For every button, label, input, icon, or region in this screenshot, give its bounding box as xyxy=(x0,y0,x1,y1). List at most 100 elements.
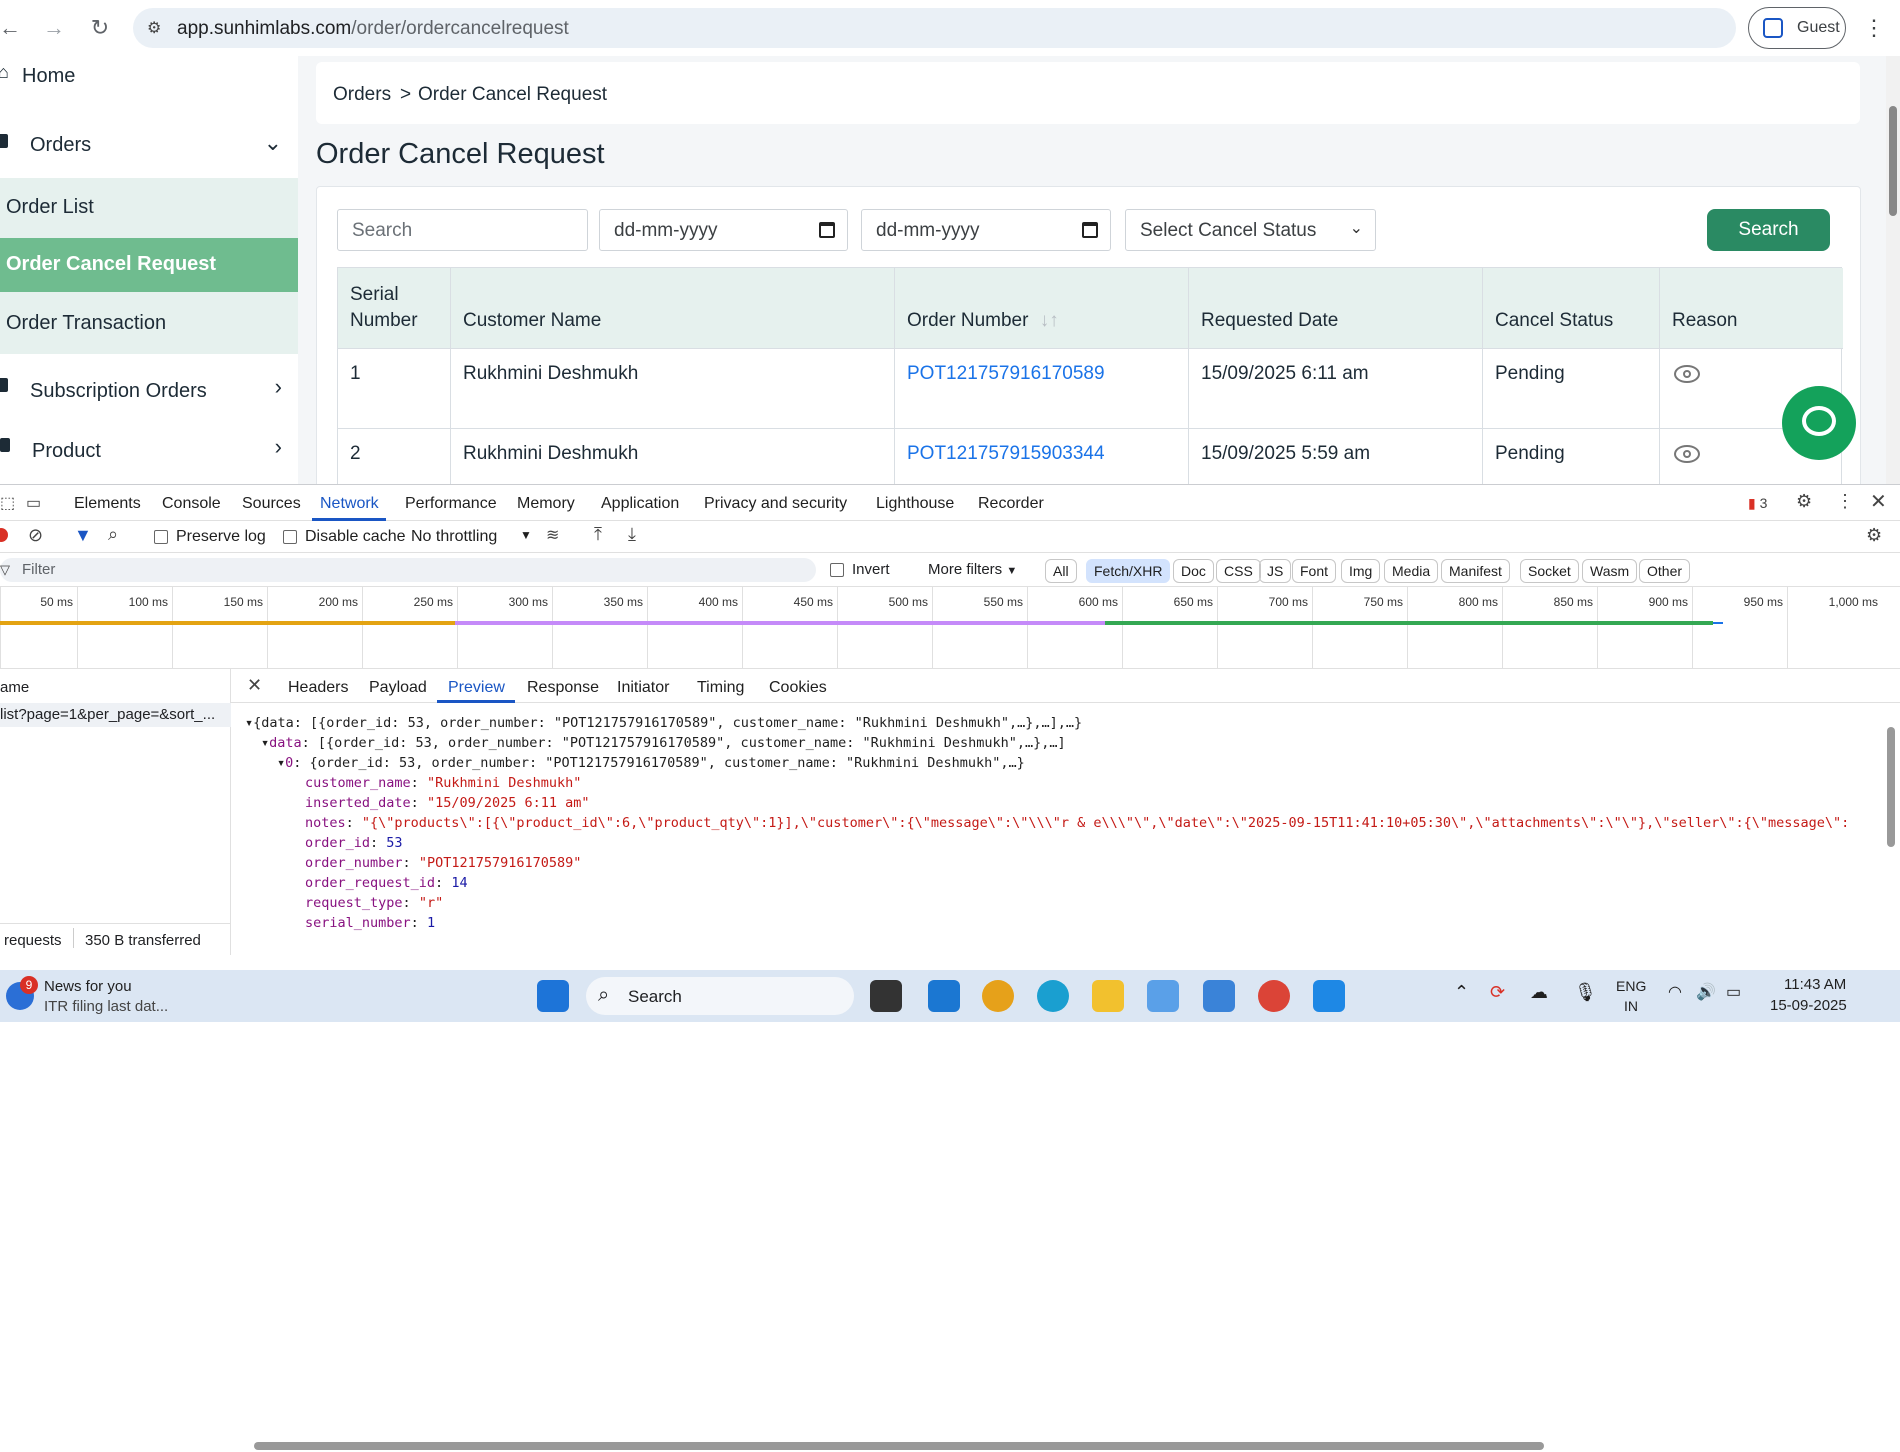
sync-icon[interactable]: ⟳ xyxy=(1490,982,1505,1003)
tab-sources[interactable]: Sources xyxy=(242,495,301,513)
filter-icon[interactable]: ▼ xyxy=(74,525,92,546)
chip-js[interactable]: JS xyxy=(1259,559,1292,583)
search-button[interactable]: Search xyxy=(1707,209,1830,251)
sidebar-item-order-transaction[interactable]: Order Transaction xyxy=(0,292,298,354)
export-har-icon[interactable]: ⤓ xyxy=(628,524,636,545)
close-devtools-icon[interactable]: ✕ xyxy=(1870,489,1887,514)
sidebar-item-order-list[interactable]: Order List xyxy=(0,178,298,238)
taskbar-search[interactable]: ⌕ Search xyxy=(586,977,854,1015)
wifi-icon[interactable]: ◠ xyxy=(1668,982,1682,1002)
search-input[interactable]: Search xyxy=(337,209,588,251)
notepad-app-icon[interactable] xyxy=(1203,980,1235,1012)
sidebar-item-product[interactable]: Product › xyxy=(0,418,298,474)
tab-lighthouse[interactable]: Lighthouse xyxy=(876,495,954,513)
order-number-link[interactable]: POT121757915903344 xyxy=(895,429,1189,484)
preview-item-node[interactable]: ▾0: {order_id: 53, order_number: "POT121… xyxy=(277,755,1025,771)
chip-other[interactable]: Other xyxy=(1639,559,1691,583)
tab-recorder[interactable]: Recorder xyxy=(978,495,1044,513)
network-timeline[interactable]: 50 ms 100 ms 150 ms 200 ms 250 ms 300 ms… xyxy=(0,587,1900,669)
chip-css[interactable]: CSS xyxy=(1216,559,1261,583)
tab-timing[interactable]: Timing xyxy=(697,679,744,697)
sidebar-item-subscription-orders[interactable]: Subscription Orders › xyxy=(0,358,298,414)
site-info-icon[interactable]: ⚙ xyxy=(147,18,161,38)
search-icon[interactable]: ⌕ xyxy=(108,524,118,545)
import-har-icon[interactable]: ⤒ xyxy=(594,524,602,545)
battery-icon[interactable]: ▭ xyxy=(1726,982,1741,1002)
inspect-icon[interactable]: ⬚ xyxy=(0,493,15,513)
sidebar-item-home[interactable]: ⌂ Home xyxy=(0,56,298,90)
tab-privacy-security[interactable]: Privacy and security xyxy=(704,495,847,513)
chip-font[interactable]: Font xyxy=(1292,559,1337,583)
tab-performance[interactable]: Performance xyxy=(405,495,497,513)
news-title[interactable]: News for you xyxy=(44,978,132,995)
microphone-icon[interactable]: 🎙 xyxy=(1574,982,1597,1003)
chip-fetch-xhr[interactable]: Fetch/XHR xyxy=(1086,559,1171,583)
page-scrollbar[interactable] xyxy=(1886,56,1900,484)
cancel-status-select[interactable]: Select Cancel Status ⌄ xyxy=(1125,209,1376,251)
volume-icon[interactable]: 🔊 xyxy=(1696,982,1716,1002)
forward-icon[interactable]: → xyxy=(40,14,68,42)
chip-all[interactable]: All xyxy=(1045,559,1077,583)
terminal-app-icon[interactable] xyxy=(870,980,902,1012)
record-icon[interactable] xyxy=(0,528,8,542)
calendar-icon[interactable] xyxy=(1082,222,1098,238)
breadcrumb-orders[interactable]: Orders xyxy=(333,84,391,106)
address-bar[interactable]: ⚙ app.sunhimlabs.com/order/ordercancelre… xyxy=(133,8,1736,48)
tab-response[interactable]: Response xyxy=(527,679,599,697)
preview-root[interactable]: ▾{data: [{order_id: 53, order_number: "P… xyxy=(245,715,1082,731)
filter-input[interactable]: ▽ Filter xyxy=(0,558,816,582)
view-reason-eye-icon[interactable] xyxy=(1674,365,1700,383)
sort-icon[interactable]: ↓↑ xyxy=(1040,310,1059,331)
chat-bubble-icon[interactable] xyxy=(1782,386,1856,460)
lang-top[interactable]: ENG xyxy=(1616,978,1646,994)
tab-elements[interactable]: Elements xyxy=(74,495,141,513)
invert-checkbox[interactable] xyxy=(830,563,844,577)
chip-socket[interactable]: Socket xyxy=(1520,559,1579,583)
calendar-icon[interactable] xyxy=(819,222,835,238)
chrome-profile-app-icon[interactable] xyxy=(982,980,1014,1012)
preserve-log-checkbox[interactable] xyxy=(154,530,168,544)
clear-icon[interactable]: ⊘ xyxy=(28,525,43,546)
preview-scrollbar[interactable] xyxy=(1886,709,1896,929)
browser-menu-icon[interactable]: ⋮ xyxy=(1863,14,1885,42)
profile-button[interactable]: Guest xyxy=(1748,7,1846,49)
settings-icon[interactable]: ⚙ xyxy=(1796,491,1812,512)
more-filters-dropdown[interactable]: More filters ▼ xyxy=(928,561,1017,578)
issues-counter[interactable]: ▮ 3 xyxy=(1748,495,1767,512)
tab-console[interactable]: Console xyxy=(162,495,221,513)
chip-manifest[interactable]: Manifest xyxy=(1441,559,1510,583)
reload-icon[interactable]: ↻ xyxy=(86,14,114,42)
chip-doc[interactable]: Doc xyxy=(1173,559,1214,583)
view-reason-eye-icon[interactable] xyxy=(1674,445,1700,463)
network-settings-icon[interactable]: ⚙ xyxy=(1866,525,1882,546)
chevron-up-icon[interactable]: ⌃ xyxy=(1454,982,1469,1003)
tab-payload[interactable]: Payload xyxy=(369,679,427,697)
device-toolbar-icon[interactable]: ▭ xyxy=(26,493,41,513)
vscode-app-icon[interactable] xyxy=(928,980,960,1012)
edge-app-icon[interactable] xyxy=(1037,980,1069,1012)
chip-wasm[interactable]: Wasm xyxy=(1582,559,1638,583)
chrome-app-icon[interactable] xyxy=(1258,980,1290,1012)
more-options-icon[interactable]: ⋮ xyxy=(1836,491,1854,512)
close-detail-icon[interactable]: ✕ xyxy=(247,675,262,696)
date-to-input[interactable]: dd-mm-yyyy xyxy=(861,209,1111,251)
sidebar-item-orders[interactable]: Orders ⌄ xyxy=(0,116,298,172)
tab-cookies[interactable]: Cookies xyxy=(769,679,827,697)
paint-app-icon[interactable] xyxy=(1313,980,1345,1012)
preview-horizontal-scrollbar[interactable] xyxy=(238,1440,1888,1452)
chip-img[interactable]: Img xyxy=(1341,559,1381,583)
tab-network[interactable]: Network xyxy=(320,495,379,513)
windows-start-icon[interactable] xyxy=(537,980,569,1012)
tab-memory[interactable]: Memory xyxy=(517,495,575,513)
tab-preview[interactable]: Preview xyxy=(448,679,505,697)
request-row[interactable]: list?page=1&per_page=&sort_... xyxy=(0,703,231,727)
tab-initiator[interactable]: Initiator xyxy=(617,679,669,697)
order-number-link[interactable]: POT121757916170589 xyxy=(895,349,1189,429)
sidebar-item-order-cancel-request[interactable]: Order Cancel Request xyxy=(0,238,298,292)
chip-media[interactable]: Media xyxy=(1384,559,1439,583)
column-header-order-number[interactable]: Order Number ↓↑ xyxy=(895,268,1189,348)
tab-application[interactable]: Application xyxy=(601,495,679,513)
back-icon[interactable]: ← xyxy=(0,14,24,42)
throttling-select[interactable]: No throttling xyxy=(411,528,497,546)
disable-cache-checkbox[interactable] xyxy=(283,530,297,544)
